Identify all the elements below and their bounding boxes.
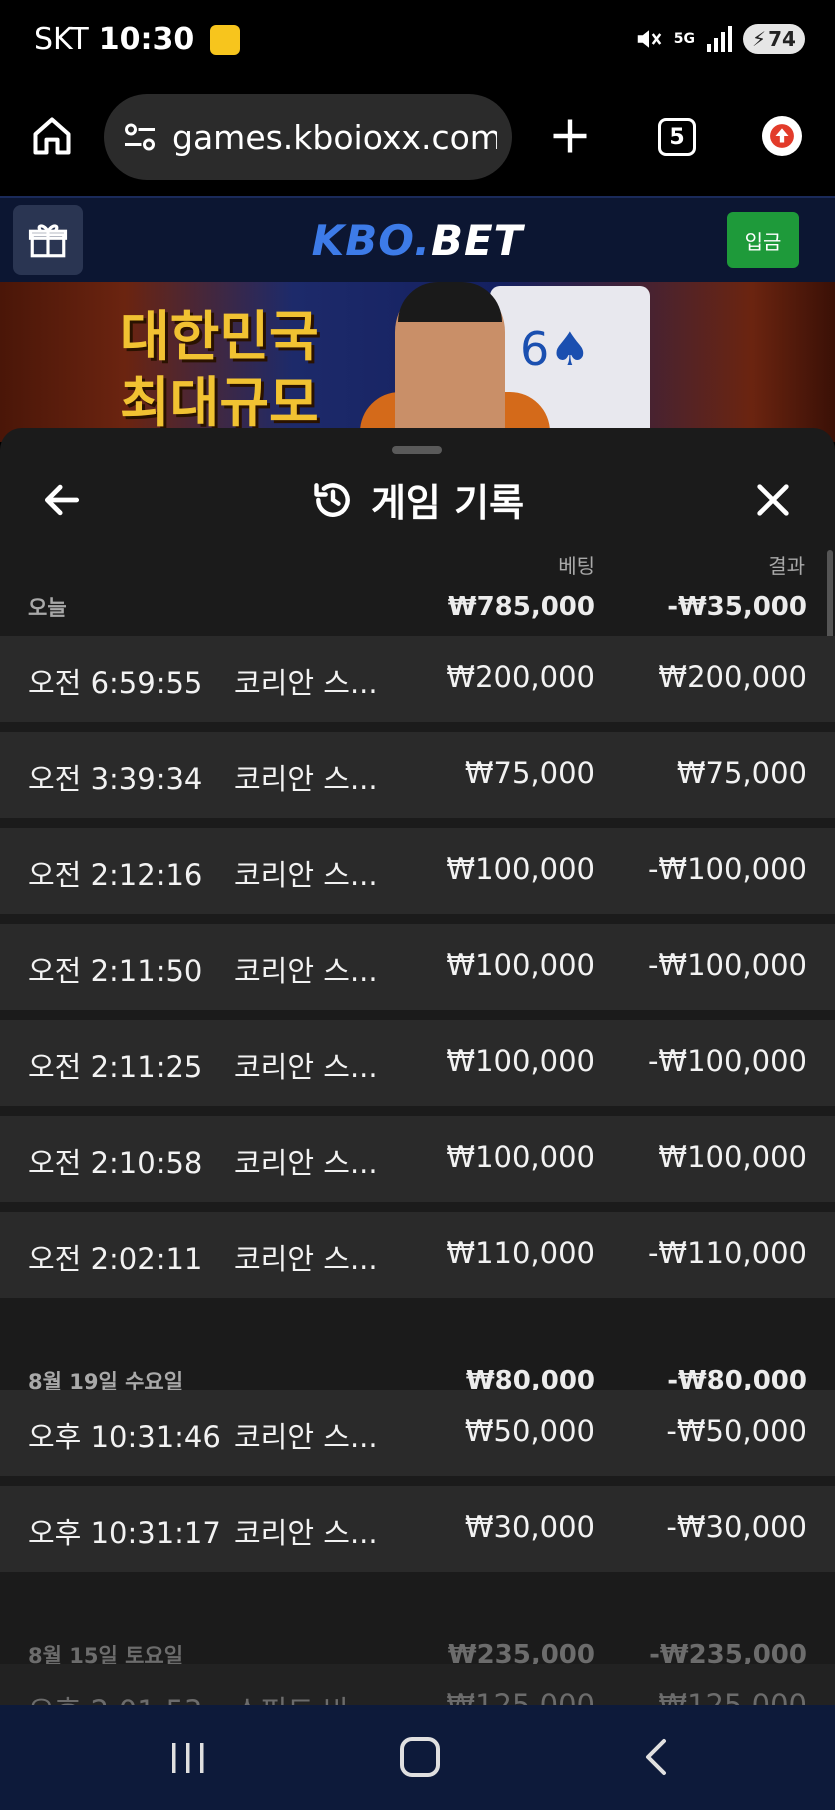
row-game: 코리안 스...: [234, 1516, 378, 1550]
promo-banner[interactable]: 6♠ 대한민국 최대규모: [0, 282, 835, 442]
row-time: 오전 2:02:11: [28, 1242, 203, 1276]
clock: 10:30: [98, 22, 195, 57]
browser-toolbar: games.kboioxx.com/ 5: [0, 84, 835, 196]
status-left: SKT 10:30: [34, 22, 241, 57]
row-time: 오전 2:11:50: [28, 954, 203, 988]
row-time: 오전 2:11:25: [28, 1050, 203, 1084]
deposit-button[interactable]: 입금: [727, 212, 799, 268]
group-header: 오늘 ₩785,000 -₩35,000: [0, 578, 835, 628]
row-time: 오후 10:31:46: [28, 1420, 221, 1454]
row-game: 코리안 스...: [234, 1146, 378, 1180]
logo-kbo: KBO.: [311, 216, 431, 265]
history-row[interactable]: 오전 3:39:34 코리안 스... ₩75,000 ₩75,000: [0, 732, 835, 818]
carrier-label: SKT: [34, 22, 89, 57]
column-header-bet: 베팅: [558, 554, 595, 578]
row-game: 코리안 스...: [234, 1050, 378, 1084]
history-row[interactable]: 오전 2:10:58 코리안 스... ₩100,000 ₩100,000: [0, 1116, 835, 1202]
group-date-label: 오늘: [28, 596, 67, 620]
history-row[interactable]: 오전 6:59:55 코리안 스... ₩200,000 ₩200,000: [0, 636, 835, 722]
row-game: 코리안 스...: [234, 762, 378, 796]
column-header-result: 결과: [768, 554, 805, 578]
history-row[interactable]: 오후 2:01:53 스피드 바... ₩125,000 -₩125,000: [0, 1664, 835, 1705]
row-result: -₩100,000: [647, 852, 807, 886]
sheet-title: 게임 기록: [370, 481, 525, 525]
history-icon: [314, 482, 350, 517]
notification-app-icon: [210, 24, 241, 55]
row-game: 코리안 스...: [234, 666, 378, 700]
row-result: -₩30,000: [666, 1510, 807, 1544]
row-bet: ₩100,000: [446, 1044, 595, 1078]
group-bet-total: ₩785,000: [447, 592, 595, 622]
battery-level: 74: [768, 27, 796, 51]
row-bet: ₩200,000: [446, 660, 595, 694]
row-game: 스피드 바...: [234, 1688, 378, 1705]
recents-icon[interactable]: [168, 1739, 208, 1777]
row-result: -₩110,000: [647, 1236, 807, 1270]
site-header: KBO.BET 입금: [0, 196, 835, 282]
banner-card-rank: 6♠: [520, 322, 591, 376]
row-result: -₩100,000: [647, 948, 807, 982]
history-row[interactable]: 오전 2:11:50 코리안 스... ₩100,000 -₩100,000: [0, 924, 835, 1010]
row-bet: ₩30,000: [464, 1510, 595, 1544]
site-settings-icon[interactable]: [122, 119, 158, 155]
history-row[interactable]: 오전 2:02:11 코리안 스... ₩110,000 -₩110,000: [0, 1212, 835, 1298]
row-time: 오전 3:39:34: [28, 762, 203, 796]
row-time: 오전 6:59:55: [28, 666, 203, 700]
history-row[interactable]: 오후 10:31:46 코리안 스... ₩50,000 -₩50,000: [0, 1390, 835, 1476]
mute-icon: [637, 30, 662, 48]
row-time: 오전 2:10:58: [28, 1146, 203, 1180]
row-bet: ₩75,000: [464, 756, 595, 790]
column-headers: 베팅 결과: [0, 550, 835, 580]
update-button[interactable]: [762, 116, 802, 156]
url-text[interactable]: games.kboioxx.com/: [172, 118, 497, 157]
row-game: 코리안 스...: [234, 858, 378, 892]
home-nav-button[interactable]: [400, 1737, 440, 1777]
drag-handle[interactable]: [392, 446, 442, 454]
signal-icon: [707, 26, 732, 52]
history-row[interactable]: 오전 2:11:25 코리안 스... ₩100,000 -₩100,000: [0, 1020, 835, 1106]
row-bet: ₩100,000: [446, 1140, 595, 1174]
address-bar[interactable]: games.kboioxx.com/: [104, 94, 512, 180]
sheet-header: 게임 기록: [0, 472, 835, 527]
row-bet: ₩125,000: [446, 1688, 595, 1705]
network-type: 5G: [673, 31, 695, 47]
row-bet: ₩100,000: [446, 948, 595, 982]
row-result: ₩75,000: [676, 756, 807, 790]
row-result: ₩200,000: [658, 660, 807, 694]
charging-icon: ⚡: [752, 27, 767, 51]
site-logo[interactable]: KBO.BET: [0, 216, 835, 265]
group-result-total: -₩35,000: [667, 592, 807, 622]
row-game: 코리안 스...: [234, 954, 378, 988]
banner-line-2: 최대규모: [120, 371, 319, 434]
row-time: 오전 2:12:16: [28, 858, 203, 892]
row-result: -₩125,000: [647, 1688, 807, 1705]
banner-line-1: 대한민국: [120, 305, 319, 368]
system-nav-bar: [0, 1705, 835, 1810]
logo-bet: BET: [430, 216, 524, 265]
row-result: -₩100,000: [647, 1044, 807, 1078]
banner-person-hair: [398, 282, 502, 322]
game-history-sheet: 게임 기록 베팅 결과 오늘 ₩785,000 -₩35,000 오전 6:59…: [0, 428, 835, 1705]
back-nav-icon[interactable]: [638, 1737, 674, 1777]
history-row[interactable]: 오전 2:12:16 코리안 스... ₩100,000 -₩100,000: [0, 828, 835, 914]
row-bet: ₩100,000: [446, 852, 595, 886]
update-arrow-icon: [770, 124, 794, 148]
banner-headline: 대한민국 최대규모: [120, 304, 319, 436]
new-tab-icon[interactable]: [548, 114, 592, 158]
row-result: ₩100,000: [658, 1140, 807, 1174]
row-game: 코리안 스...: [234, 1420, 378, 1454]
status-bar: SKT 10:30 5G ⚡ 74: [0, 0, 835, 84]
row-time: 오후 10:31:17: [28, 1516, 221, 1550]
battery-indicator: ⚡ 74: [743, 24, 805, 54]
home-icon[interactable]: [30, 114, 74, 158]
row-game: 코리안 스...: [234, 1242, 378, 1276]
history-row[interactable]: 오후 10:31:17 코리안 스... ₩30,000 -₩30,000: [0, 1486, 835, 1572]
row-bet: ₩50,000: [464, 1414, 595, 1448]
row-bet: ₩110,000: [446, 1236, 595, 1270]
row-time: 오후 2:01:53: [28, 1688, 202, 1705]
row-result: -₩50,000: [666, 1414, 807, 1448]
status-right: 5G ⚡ 74: [634, 24, 805, 54]
tab-switcher-button[interactable]: 5: [658, 118, 696, 156]
close-icon[interactable]: [753, 480, 793, 520]
